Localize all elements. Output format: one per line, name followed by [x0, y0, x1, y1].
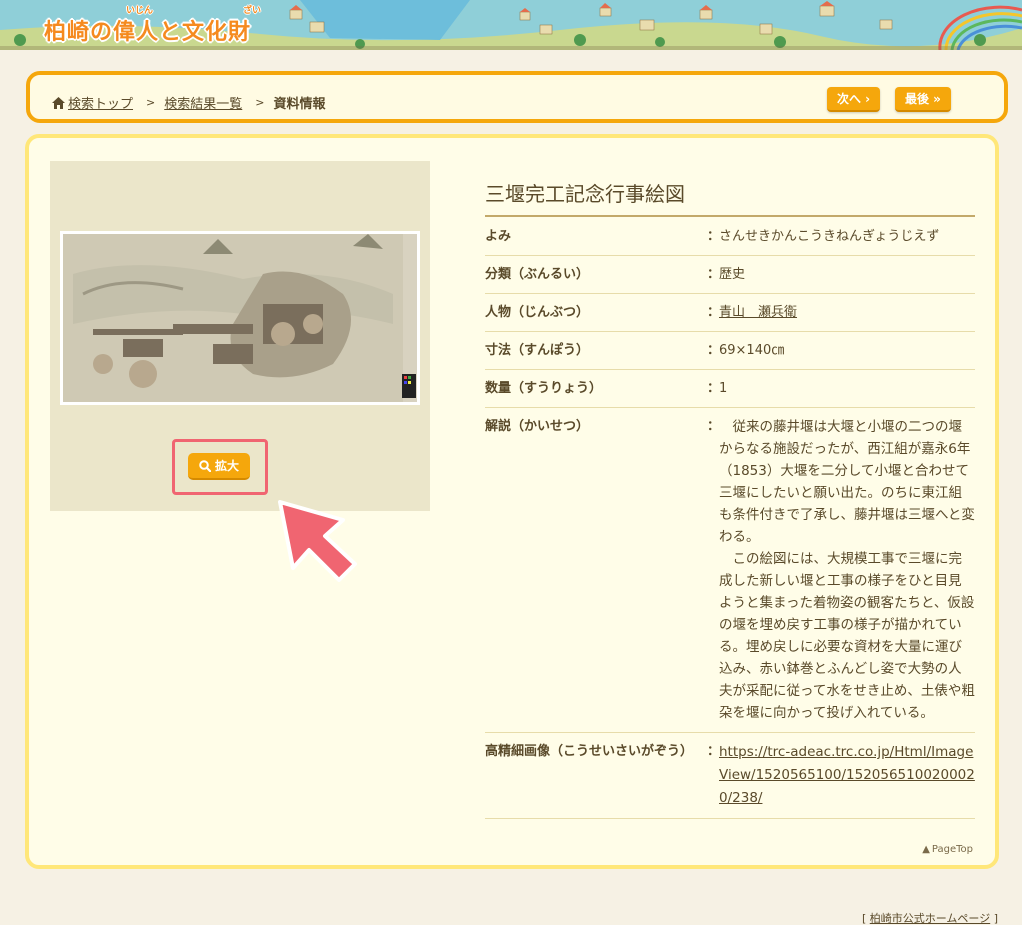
breadcrumb-bar: 検索トップ > 検索結果一覧 > 資料情報 次へ › 最後 » [26, 71, 1008, 123]
breadcrumb: 検索トップ > 検索結果一覧 > 資料情報 [52, 93, 325, 112]
row-label: 数量（すうりょう） [485, 381, 603, 396]
row-value: 69×140㎝ [719, 343, 785, 358]
next-button[interactable]: 次へ › [827, 87, 881, 112]
zoom-button[interactable]: 拡大 [188, 453, 250, 480]
row-colon: ： [707, 744, 721, 759]
row-value: 1 [719, 381, 728, 396]
detail-row: 人物（じんぶつ） ： 青山 瀬兵衛 [485, 294, 975, 332]
pagetop-label: PageTop [931, 844, 973, 855]
official-site-link[interactable]: 柏崎市公式ホームページ [870, 912, 990, 925]
row-colon: ： [707, 381, 721, 396]
detail-row: 数量（すうりょう） ： 1 [485, 370, 975, 408]
footer: [ 柏崎市公式ホームページ ] [861, 912, 998, 925]
pagetop-link[interactable]: ▲ PageTop [922, 844, 973, 855]
row-colon: ： [707, 343, 721, 358]
row-value: 青山 瀬兵衛 [719, 302, 975, 323]
row-colon: ： [707, 229, 721, 244]
row-label: 分類（ぶんるい） [485, 267, 590, 282]
description-text: 従来の藤井堰は大堰と小堰の二つの堰からなる施設だったが、西江組が嘉永6年（185… [719, 419, 975, 721]
detail-row: 高精細画像（こうせいさいがぞう） ： https://trc-adeac.trc… [485, 733, 975, 819]
row-colon: ： [707, 419, 721, 434]
detail-row: 分類（ぶんるい） ： 歴史 [485, 256, 975, 294]
detail-row: 解説（かいせつ） ： 従来の藤井堰は大堰と小堰の二つの堰からなる施設だったが、西… [485, 408, 975, 733]
magnifier-icon [199, 459, 211, 472]
detail-row: よみ ： さんせきかんこうきねんぎょうじえず [485, 218, 975, 256]
site-title[interactable]: 柏崎の偉人と文化財 [44, 14, 251, 46]
row-label: 寸法（すんぽう） [485, 343, 590, 358]
row-label: 高精細画像（こうせいさいがぞう） [485, 744, 694, 759]
triangle-up-icon: ▲ [922, 844, 930, 855]
row-label: 解説（かいせつ） [485, 419, 590, 434]
breadcrumb-search-results[interactable]: 検索結果一覧 [164, 93, 242, 112]
row-label: 人物（じんぶつ） [485, 305, 590, 320]
row-label: よみ [485, 229, 512, 244]
artifact-title: 三堰完工記念行事絵図 [485, 178, 975, 217]
header-banner: 柏崎の偉人と文化財 いじん ざい [0, 0, 1022, 50]
person-link[interactable]: 青山 瀬兵衛 [719, 305, 797, 320]
pointer-arrow-icon [278, 500, 357, 582]
row-colon: ： [707, 267, 721, 282]
row-colon: ： [707, 305, 721, 320]
ruby-ijin: いじん [126, 6, 154, 16]
map-illustration [63, 234, 417, 402]
breadcrumb-current: 資料情報 [273, 97, 326, 112]
last-button[interactable]: 最後 » [895, 87, 951, 112]
row-value: 歴史 [719, 267, 746, 282]
ruby-zai: ざい [243, 6, 262, 16]
detail-table: よみ ： さんせきかんこうきねんぎょうじえず 分類（ぶんるい） ： 歴史 人物（… [485, 218, 975, 819]
row-value: https://trc-adeac.trc.co.jp/Html/ImageVi… [719, 741, 975, 810]
zoom-label: 拡大 [214, 459, 239, 473]
home-icon [52, 96, 65, 109]
main-content: 拡大 三堰完工記念行事絵図 よみ ： さんせきかんこうきねんぎょうじえず 分類（… [25, 134, 999, 869]
artifact-thumbnail[interactable] [60, 231, 420, 405]
chevron-right-icon: > [146, 96, 156, 109]
chevron-right-icon: > [255, 96, 265, 109]
breadcrumb-search-top[interactable]: 検索トップ [68, 93, 133, 112]
row-value: さんせきかんこうきねんぎょうじえず [719, 229, 940, 244]
high-res-image-link[interactable]: https://trc-adeac.trc.co.jp/Html/ImageVi… [719, 744, 975, 806]
detail-row: 寸法（すんぽう） ： 69×140㎝ [485, 332, 975, 370]
